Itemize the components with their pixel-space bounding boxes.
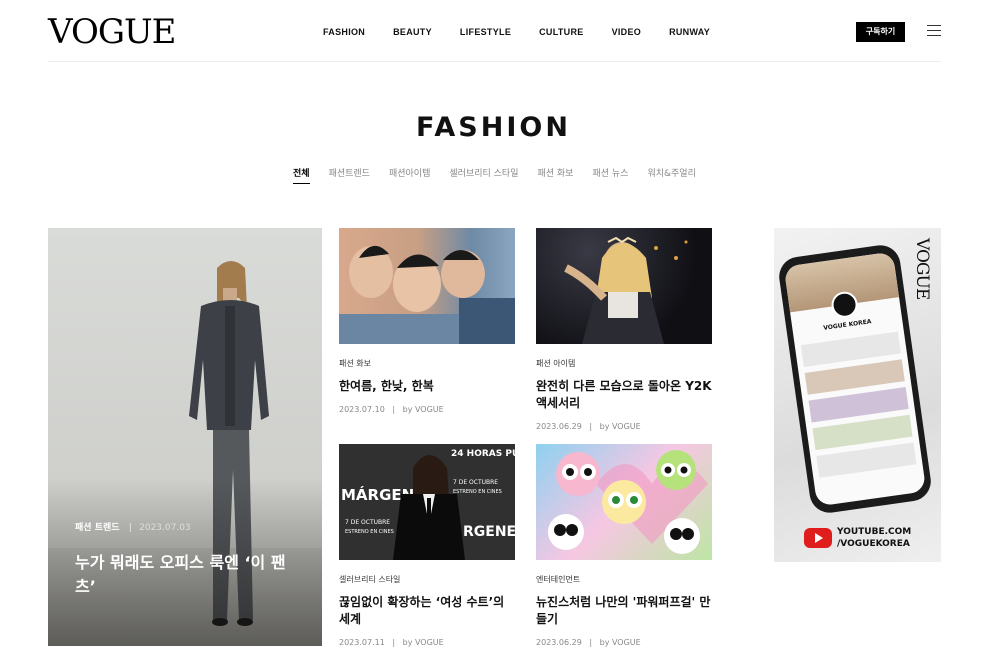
- article-meta: 2023.06.29 | by VOGUE: [536, 638, 712, 648]
- main-nav: FASHION BEAUTY LIFESTYLE CULTURE VIDEO R…: [300, 26, 738, 38]
- feature-title[interactable]: 누가 뭐래도 오피스 룩엔 ‘이 팬츠’: [75, 551, 305, 599]
- tab-fashion-trend[interactable]: 패션트렌드: [329, 168, 370, 184]
- divider-bar: |: [392, 405, 396, 414]
- feature-category: 패션 트렌드 | 2023.07.03: [75, 520, 191, 533]
- tab-celebrity-style[interactable]: 셀러브리티 스타일: [449, 168, 518, 184]
- article-title[interactable]: 뉴진스처럼 나만의 '파워퍼프걸' 만들기: [536, 594, 712, 628]
- powerpuff-illustration: [548, 450, 708, 554]
- press-wall-text: ESTRENO EN CINES: [453, 489, 502, 495]
- article-category[interactable]: 패션 아이템: [536, 359, 712, 369]
- article-thumbnail[interactable]: [536, 228, 712, 344]
- article-title[interactable]: 끊임없이 확장하는 ‘여성 수트’의 세계: [339, 594, 515, 628]
- youtube-url-line2: /VOGUEKOREA: [837, 539, 910, 549]
- article-title[interactable]: 한여름, 한낮, 한복: [339, 378, 515, 395]
- article-card[interactable]: 엔터테인먼트 뉴진스처럼 나만의 '파워퍼프걸' 만들기 2023.06.29 …: [536, 444, 712, 648]
- youtube-icon: [804, 528, 832, 548]
- ad-vogue-logo: VOGUE: [912, 238, 932, 300]
- article-thumbnail[interactable]: 24 HORAS PUEDE MÁRGENES RGENES 7 DE OCTU…: [339, 444, 515, 560]
- header-divider: [48, 61, 941, 62]
- article-card[interactable]: 패션 아이템 완전히 다른 모습으로 돌아온 Y2K 액세서리 2023.06.…: [536, 228, 712, 432]
- article-category[interactable]: 패션 화보: [339, 359, 515, 369]
- article-thumbnail[interactable]: [536, 444, 712, 560]
- press-wall-text: 7 DE OCTUBRE: [453, 479, 498, 486]
- tab-watch-jewelry[interactable]: 워치&주얼리: [647, 168, 695, 184]
- hamburger-icon[interactable]: [927, 25, 941, 37]
- phone-screen: VOGUE KOREA: [783, 251, 927, 507]
- article-meta: 2023.07.11 | by VOGUE: [339, 638, 515, 648]
- article-meta: 2023.06.29 | by VOGUE: [536, 422, 712, 432]
- divider-bar: |: [589, 422, 593, 431]
- article-author: by VOGUE: [402, 405, 444, 414]
- divider-bar: |: [392, 638, 396, 647]
- nav-video[interactable]: VIDEO: [612, 26, 642, 38]
- divider-bar: |: [589, 638, 593, 647]
- nav-runway[interactable]: RUNWAY: [669, 26, 710, 38]
- nav-beauty[interactable]: BEAUTY: [393, 26, 432, 38]
- nav-culture[interactable]: CULTURE: [539, 26, 583, 38]
- tab-fashion-item[interactable]: 패션아이템: [389, 168, 430, 184]
- article-thumbnail[interactable]: [339, 228, 515, 344]
- phone-mockup: VOGUE KOREA: [776, 242, 934, 516]
- article-category[interactable]: 셀러브리티 스타일: [339, 575, 515, 585]
- feature-article[interactable]: 패션 트렌드 | 2023.07.03 누가 뭐래도 오피스 룩엔 ‘이 팬츠’: [48, 228, 322, 646]
- article-date: 2023.07.10: [339, 405, 385, 414]
- youtube-url-line1: YOUTUBE.COM: [837, 527, 912, 537]
- subscribe-button[interactable]: 구독하기: [856, 22, 905, 42]
- article-date: 2023.06.29: [536, 638, 582, 647]
- article-author: by VOGUE: [599, 422, 641, 431]
- article-card[interactable]: 패션 화보 한여름, 한낮, 한복 2023.07.10 | by VOGUE: [339, 228, 515, 415]
- nav-lifestyle[interactable]: LIFESTYLE: [460, 26, 511, 38]
- youtube-url[interactable]: YOUTUBE.COM /VOGUEKOREA: [837, 526, 911, 550]
- vogue-logo[interactable]: VOGUE: [48, 14, 176, 50]
- article-meta: 2023.07.10 | by VOGUE: [339, 405, 515, 415]
- concert-photo: [564, 236, 688, 344]
- article-author: by VOGUE: [402, 638, 444, 647]
- divider-bar: |: [128, 523, 132, 533]
- page-title: FASHION: [416, 112, 571, 143]
- press-wall-text: ESTRENO EN CINES: [345, 529, 394, 535]
- article-author: by VOGUE: [599, 638, 641, 647]
- tab-all[interactable]: 전체: [293, 168, 310, 184]
- article-title[interactable]: 완전히 다른 모습으로 돌아온 Y2K 액세서리: [536, 378, 712, 412]
- tab-fashion-editorial[interactable]: 패션 화보: [537, 168, 573, 184]
- site-header: VOGUE FASHION BEAUTY LIFESTYLE CULTURE V…: [0, 0, 1000, 62]
- article-date: 2023.07.11: [339, 638, 385, 647]
- press-wall-text: 7 DE OCTUBRE: [345, 519, 390, 526]
- hanbok-photo: [339, 245, 515, 344]
- youtube-ad-banner[interactable]: VOGUE VOGUE KOREA YOUTUBE.COM /VOGUEKORE…: [774, 228, 941, 562]
- feature-category-label[interactable]: 패션 트렌드: [75, 523, 120, 533]
- red-carpet-photo: 24 HORAS PUEDE MÁRGENES RGENES 7 DE OCTU…: [339, 444, 515, 560]
- press-wall-text: 24 HORAS PUEDE: [451, 449, 515, 459]
- press-wall-text: RGENES: [463, 524, 515, 540]
- category-tabs: 전체 패션트렌드 패션아이템 셀러브리티 스타일 패션 화보 패션 뉴스 워치&…: [293, 168, 715, 184]
- tab-fashion-news[interactable]: 패션 뉴스: [592, 168, 628, 184]
- article-card[interactable]: 24 HORAS PUEDE MÁRGENES RGENES 7 DE OCTU…: [339, 444, 515, 648]
- article-date: 2023.06.29: [536, 422, 582, 431]
- nav-fashion[interactable]: FASHION: [323, 26, 365, 38]
- feature-date: 2023.07.03: [139, 523, 191, 533]
- article-category[interactable]: 엔터테인먼트: [536, 575, 712, 585]
